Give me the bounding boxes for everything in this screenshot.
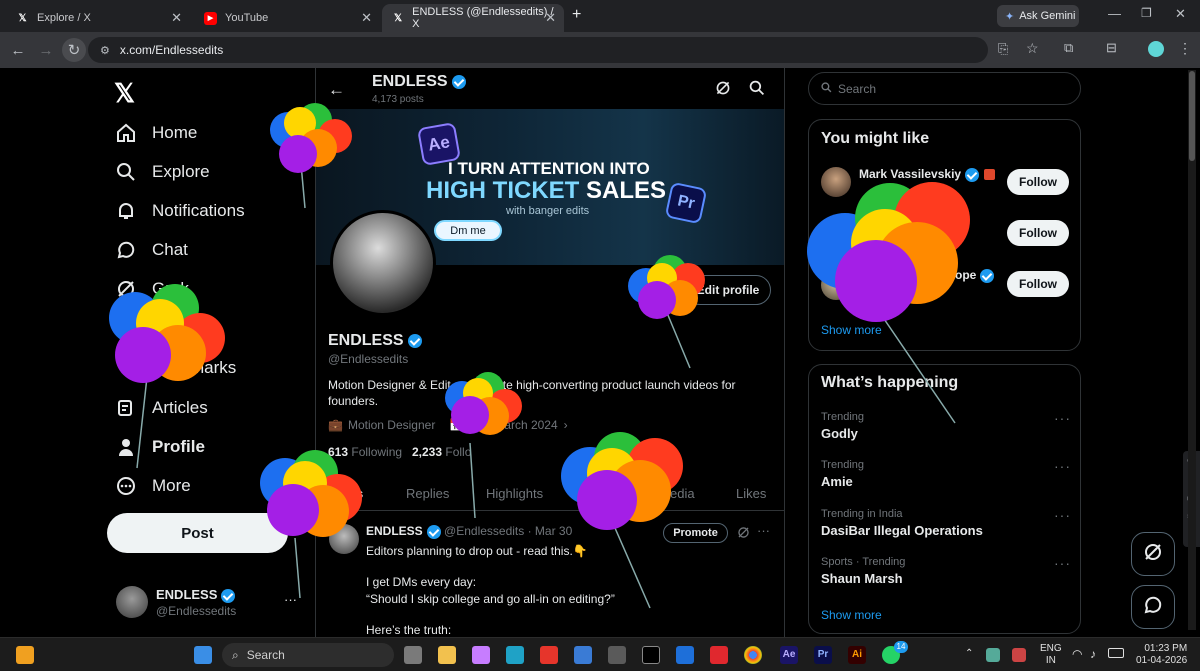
tray-overflow-icon[interactable]: ⌃ (965, 648, 973, 659)
after-effects-icon[interactable]: Ae (780, 646, 798, 664)
tab-title: YouTube (225, 12, 269, 24)
premiere-pro-icon[interactable]: Pr (814, 646, 832, 664)
chrome-icon[interactable] (744, 646, 762, 664)
balloons-overlay (109, 103, 970, 609)
minimize-icon[interactable]: — (1108, 6, 1121, 21)
store-icon[interactable] (608, 646, 626, 664)
battery-icon[interactable] (1108, 648, 1124, 658)
tab-title: ENDLESS (@Endlessedits) / X (412, 6, 554, 30)
app-icon[interactable] (574, 646, 592, 664)
tray-app-icon[interactable] (1012, 648, 1026, 662)
balloon-cluster (260, 450, 362, 599)
gemini-icon: ✦ (1005, 10, 1015, 23)
clock-date: 01-04-2026 (1136, 655, 1188, 666)
language-indicator[interactable]: ENG IN (1040, 643, 1062, 667)
close-tab-icon[interactable]: ✕ (545, 10, 556, 26)
site-info-icon[interactable]: ⚙ (100, 44, 110, 57)
start-menu-icon[interactable] (194, 646, 212, 664)
app-icon[interactable] (676, 646, 694, 664)
balloon-cluster (628, 255, 705, 369)
weather-icon[interactable] (16, 646, 34, 664)
illustrator-icon[interactable]: Ai (848, 646, 866, 664)
taskbar-search-input[interactable]: ⌕ Search (222, 643, 394, 667)
x-app-icon[interactable] (642, 646, 660, 664)
ask-gemini-button[interactable]: ✦ Ask Gemini (997, 5, 1079, 27)
tray-app-icon[interactable] (986, 648, 1000, 662)
copilot-icon[interactable] (472, 646, 490, 664)
new-tab-button[interactable]: + (572, 6, 581, 24)
close-tab-icon[interactable]: ✕ (171, 10, 182, 26)
youtube-icon: ▶ (204, 11, 217, 25)
clock[interactable]: 01:23 PM 01-04-2026 (1136, 643, 1187, 667)
forward-icon[interactable]: → (36, 40, 56, 60)
menu-icon[interactable]: ⋮ (1178, 40, 1192, 57)
balloon-cluster (445, 372, 522, 519)
x-logo-icon: 𝕏 (18, 12, 27, 24)
close-window-icon[interactable]: ✕ (1175, 6, 1186, 22)
lang-primary: ENG (1040, 643, 1062, 654)
app-icon[interactable] (540, 646, 558, 664)
extensions-icon[interactable]: ⧉ (1064, 40, 1073, 56)
taskbar-search-placeholder: Search (246, 648, 285, 662)
address-bar: ← → ↻ ⚙ x.com/Endlessedits ⎘ ☆ ⧉ ⊟ ⋮ (0, 32, 1200, 68)
clock-time: 01:23 PM (1144, 643, 1188, 654)
task-view-icon[interactable] (404, 646, 422, 664)
x-profile-page: 𝕏 Home Explore Notifications Chat Grok m… (0, 68, 1200, 637)
file-explorer-icon[interactable] (438, 646, 456, 664)
url-field[interactable]: ⚙ x.com/Endlessedits (88, 37, 988, 63)
tab-search-icon[interactable]: ⊟ (1106, 40, 1117, 56)
close-tab-icon[interactable]: ✕ (361, 10, 372, 26)
balloon-cluster (109, 284, 225, 469)
url-text: x.com/Endlessedits (119, 43, 224, 57)
wifi-icon[interactable]: ◠ (1072, 647, 1082, 661)
reload-icon[interactable]: ↻ (62, 38, 86, 62)
profile-avatar-icon[interactable] (1148, 41, 1164, 57)
balloon-cluster (807, 182, 970, 424)
edge-icon[interactable] (506, 646, 524, 664)
back-icon[interactable]: ← (8, 40, 28, 60)
volume-icon[interactable]: ♪ (1090, 647, 1096, 661)
tab-explore[interactable]: 𝕏 Explore / X ✕ (6, 4, 190, 32)
tab-endless[interactable]: 𝕏 ENDLESS (@Endlessedits) / X ✕ (382, 4, 564, 32)
browser-tab-bar: 𝕏 Explore / X ✕ ▶ YouTube ✕ 𝕏 ENDLESS (@… (0, 0, 1200, 32)
bookmark-star-icon[interactable]: ☆ (1026, 40, 1039, 57)
x-logo-icon: 𝕏 (394, 12, 403, 24)
balloon-cluster (270, 103, 352, 209)
ask-gemini-label: Ask Gemini (1019, 10, 1076, 22)
restore-icon[interactable]: ❐ (1141, 6, 1152, 20)
install-icon[interactable]: ⎘ (998, 41, 1008, 57)
search-icon: ⌕ (232, 647, 239, 662)
tab-title: Explore / X (37, 12, 91, 24)
notification-badge: 14 (894, 641, 908, 653)
balloon-cluster (561, 432, 683, 609)
wps-icon[interactable] (710, 646, 728, 664)
windows-taskbar: ⌕ Search Ae Pr Ai 14 ⌃ ENG IN ◠ ♪ 01:23 … (0, 637, 1200, 671)
tab-youtube[interactable]: ▶ YouTube ✕ (194, 4, 380, 32)
lang-secondary: IN (1045, 655, 1056, 666)
